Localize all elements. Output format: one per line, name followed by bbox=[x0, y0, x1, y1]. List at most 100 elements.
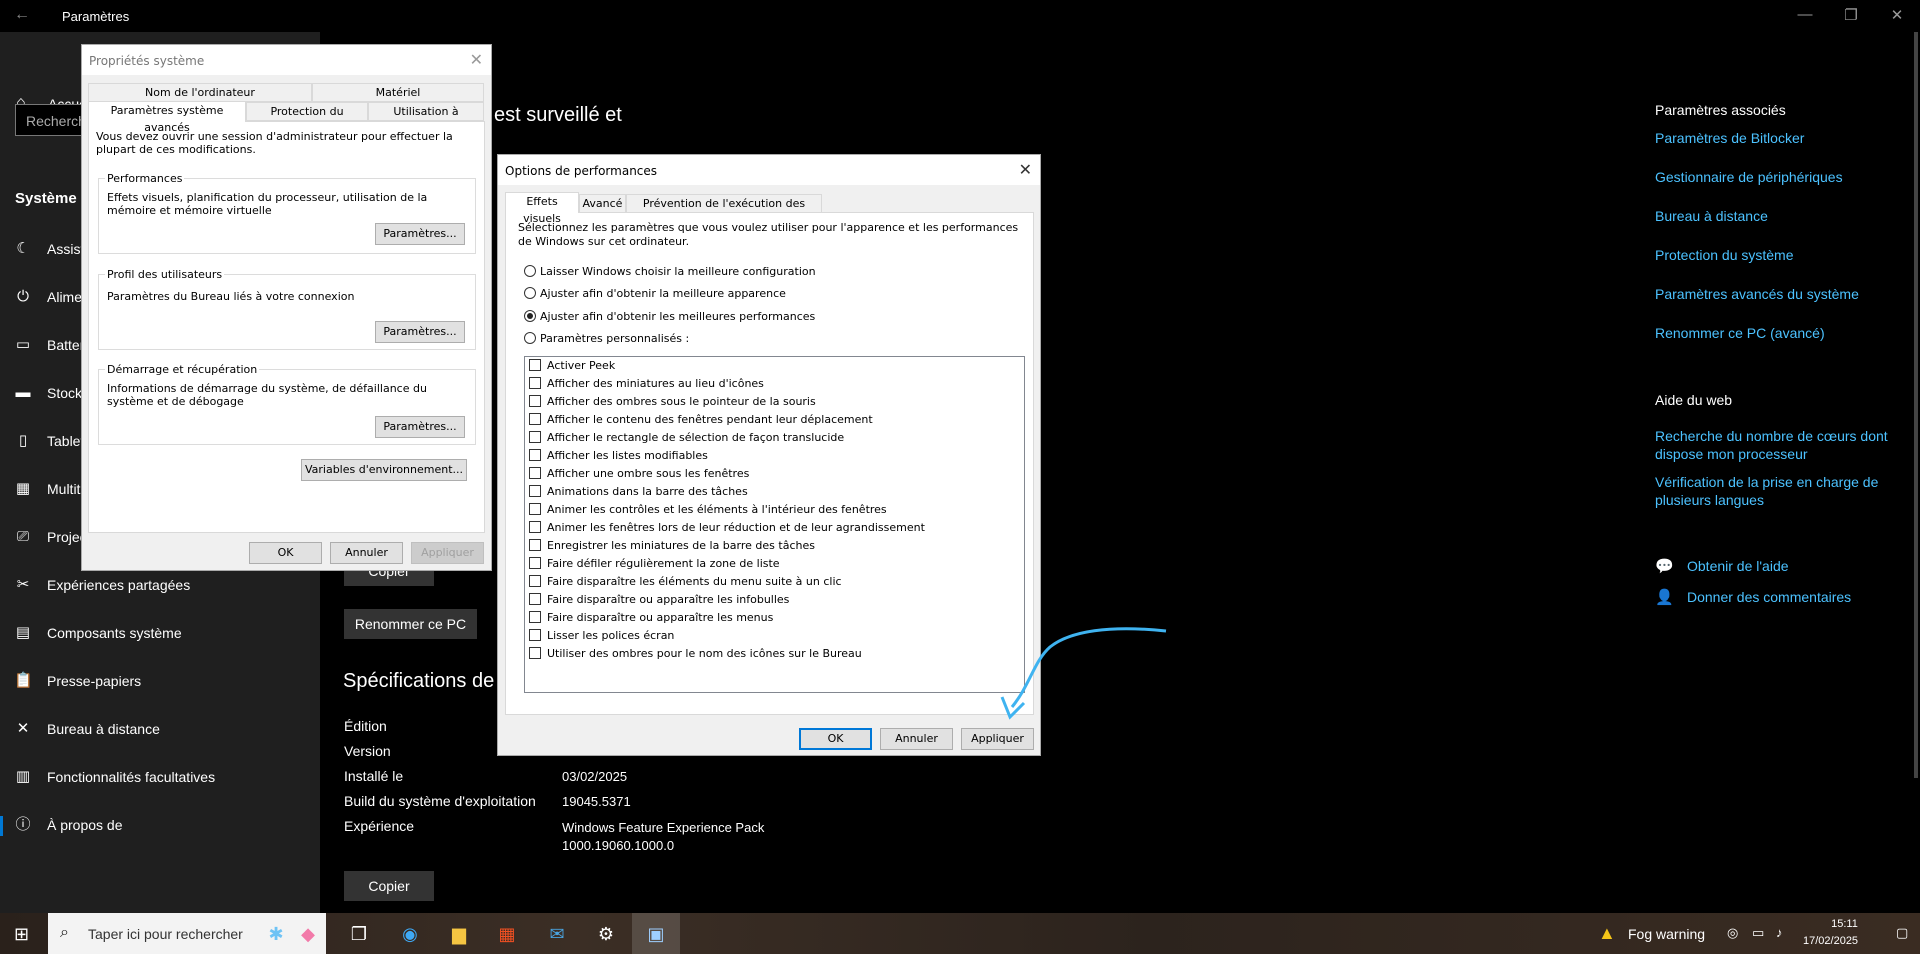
sidebar-item-components[interactable]: ▤ Composants système bbox=[0, 614, 320, 654]
tab-hardware[interactable]: Matériel bbox=[312, 83, 484, 102]
settings-gear-icon[interactable]: ⚙ bbox=[592, 922, 620, 946]
apply-button[interactable]: Appliquer bbox=[961, 728, 1034, 750]
checkbox[interactable] bbox=[529, 413, 541, 425]
weather-status[interactable]: Fog warning bbox=[1628, 926, 1705, 942]
clock-date[interactable]: 17/02/2025 bbox=[1803, 935, 1858, 947]
link-cpu-cores[interactable]: Recherche du nombre de cœurs dont dispos… bbox=[1655, 427, 1895, 463]
security-heading: est surveillé et bbox=[494, 104, 622, 126]
network-icon[interactable]: ▭ bbox=[1752, 925, 1764, 941]
checkbox[interactable] bbox=[529, 647, 541, 659]
tab-system-protection[interactable]: Protection du système bbox=[246, 102, 368, 135]
radio-windows-choose[interactable]: Laisser Windows choisir la meilleure con… bbox=[524, 265, 816, 278]
tab-advanced[interactable]: Paramètres système avancés bbox=[88, 101, 246, 134]
volume-icon[interactable]: ♪ bbox=[1776, 925, 1783, 940]
link-system-protection[interactable]: Protection du système bbox=[1655, 247, 1794, 263]
checkbox-item[interactable]: Faire disparaître les éléments du menu s… bbox=[529, 575, 842, 593]
checkbox-item[interactable]: Enregistrer les miniatures de la barre d… bbox=[529, 539, 815, 557]
checkbox[interactable] bbox=[529, 485, 541, 497]
system-properties-app-icon[interactable]: ▣ bbox=[642, 922, 670, 946]
minimize-button[interactable]: — bbox=[1782, 6, 1828, 23]
link-advanced-system[interactable]: Paramètres avancés du système bbox=[1655, 286, 1859, 302]
checkbox-item[interactable]: Lisser les polices écran bbox=[529, 629, 674, 647]
sidebar-item-about[interactable]: ⓘ À propos de bbox=[0, 806, 320, 846]
touch-icon[interactable]: ◎ bbox=[1727, 925, 1738, 941]
checkbox-item[interactable]: Activer Peek bbox=[529, 359, 615, 377]
cancel-button[interactable]: Annuler bbox=[880, 728, 953, 750]
checkbox[interactable] bbox=[529, 377, 541, 389]
checkbox[interactable] bbox=[529, 359, 541, 371]
link-bitlocker[interactable]: Paramètres de Bitlocker bbox=[1655, 130, 1804, 146]
scrollbar[interactable] bbox=[1914, 32, 1918, 778]
ok-button[interactable]: OK bbox=[799, 728, 872, 750]
checkbox-item[interactable]: Afficher des miniatures au lieu d'icônes bbox=[529, 377, 764, 395]
startup-settings-button[interactable]: Paramètres... bbox=[375, 416, 465, 438]
radio-custom[interactable]: Paramètres personnalisés : bbox=[524, 332, 689, 345]
apply-button[interactable]: Appliquer bbox=[411, 542, 484, 564]
sidebar-item-shared[interactable]: ✂ Expériences partagées bbox=[0, 566, 320, 606]
tab-advanced[interactable]: Avancé bbox=[579, 194, 626, 213]
tab-visual-effects[interactable]: Effets visuels bbox=[505, 192, 579, 225]
link-device-manager[interactable]: Gestionnaire de périphériques bbox=[1655, 169, 1843, 185]
link-rename-advanced[interactable]: Renommer ce PC (avancé) bbox=[1655, 325, 1825, 341]
back-arrow-icon[interactable]: ← bbox=[14, 6, 30, 24]
profile-settings-button[interactable]: Paramètres... bbox=[375, 321, 465, 343]
mail-icon[interactable]: ✉ bbox=[543, 922, 571, 946]
radio-best-performance[interactable]: Ajuster afin d'obtenir les meilleures pe… bbox=[524, 310, 815, 323]
checkbox[interactable] bbox=[529, 395, 541, 407]
close-icon[interactable]: ✕ bbox=[1019, 160, 1032, 179]
checkbox[interactable] bbox=[529, 503, 541, 515]
ok-button[interactable]: OK bbox=[249, 542, 322, 564]
store-icon[interactable]: ▦ bbox=[493, 922, 521, 946]
checkbox-item[interactable]: Animations dans la barre des tâches bbox=[529, 485, 748, 503]
link-remote-desktop[interactable]: Bureau à distance bbox=[1655, 208, 1768, 224]
sidebar-item-features[interactable]: ▥ Fonctionnalités facultatives bbox=[0, 758, 320, 798]
checkbox-item[interactable]: Faire disparaître ou apparaître les menu… bbox=[529, 611, 773, 629]
checkbox-item[interactable]: Animer les contrôles et les éléments à l… bbox=[529, 503, 887, 521]
link-languages[interactable]: Vérification de la prise en charge de pl… bbox=[1655, 473, 1895, 509]
checkbox[interactable] bbox=[529, 575, 541, 587]
checkbox-item[interactable]: Afficher des ombres sous le pointeur de … bbox=[529, 395, 816, 413]
checkbox-item[interactable]: Afficher une ombre sous les fenêtres bbox=[529, 467, 749, 485]
file-explorer-icon[interactable]: ▆ bbox=[445, 922, 473, 946]
tab-remote[interactable]: Utilisation à distance bbox=[368, 102, 484, 135]
tab-dep[interactable]: Prévention de l'exécution des données bbox=[626, 194, 822, 227]
clock-time[interactable]: 15:11 bbox=[1817, 918, 1872, 930]
checkbox[interactable] bbox=[529, 521, 541, 533]
copy-button-bottom[interactable]: Copier bbox=[344, 871, 434, 901]
checkbox[interactable] bbox=[529, 449, 541, 461]
rename-pc-button[interactable]: Renommer ce PC bbox=[344, 609, 477, 639]
checkbox-item[interactable]: Afficher le rectangle de sélection de fa… bbox=[529, 431, 844, 449]
notification-icon[interactable]: ▢ bbox=[1896, 925, 1908, 941]
close-icon[interactable]: ✕ bbox=[470, 50, 483, 69]
environment-variables-button[interactable]: Variables d'environnement... bbox=[301, 459, 467, 481]
windows-start-icon[interactable]: ⊞ bbox=[14, 924, 29, 945]
checkbox[interactable] bbox=[529, 467, 541, 479]
get-help-link[interactable]: Obtenir de l'aide bbox=[1687, 558, 1789, 574]
feedback-link[interactable]: Donner des commentaires bbox=[1687, 589, 1851, 605]
checkbox[interactable] bbox=[529, 557, 541, 569]
sidebar-item-clipboard[interactable]: 📋 Presse-papiers bbox=[0, 662, 320, 702]
checkbox-item[interactable]: Afficher les listes modifiables bbox=[529, 449, 708, 467]
edge-icon[interactable]: ◉ bbox=[396, 922, 424, 946]
checkbox[interactable] bbox=[529, 593, 541, 605]
checkbox-item[interactable]: Afficher le contenu des fenêtres pendant… bbox=[529, 413, 873, 431]
checkbox-item[interactable]: Animer les fenêtres lors de leur réducti… bbox=[529, 521, 925, 539]
checkbox[interactable] bbox=[529, 539, 541, 551]
task-view-icon[interactable]: ❐ bbox=[345, 922, 373, 946]
sidebar-item-remote[interactable]: ✕ Bureau à distance bbox=[0, 710, 320, 750]
tab-computer-name[interactable]: Nom de l'ordinateur bbox=[88, 83, 312, 102]
close-button[interactable]: ✕ bbox=[1874, 6, 1920, 24]
checkbox[interactable] bbox=[529, 611, 541, 623]
checkbox-item[interactable]: Faire défiler régulièrement la zone de l… bbox=[529, 557, 780, 575]
checkbox-item[interactable]: Faire disparaître ou apparaître les info… bbox=[529, 593, 789, 611]
checkbox[interactable] bbox=[529, 431, 541, 443]
copilot-icon[interactable]: ✱ bbox=[262, 922, 290, 946]
checkbox-item[interactable]: Utiliser des ombres pour le nom des icôn… bbox=[529, 647, 862, 665]
visual-effects-list[interactable]: Activer Peek Afficher des miniatures au … bbox=[524, 356, 1025, 693]
maximize-button[interactable]: ❐ bbox=[1828, 6, 1874, 24]
checkbox[interactable] bbox=[529, 629, 541, 641]
performance-settings-button[interactable]: Paramètres... bbox=[375, 223, 465, 245]
cancel-button[interactable]: Annuler bbox=[330, 542, 403, 564]
widget-icon[interactable]: ◆ bbox=[294, 922, 322, 946]
radio-best-appearance[interactable]: Ajuster afin d'obtenir la meilleure appa… bbox=[524, 287, 786, 300]
